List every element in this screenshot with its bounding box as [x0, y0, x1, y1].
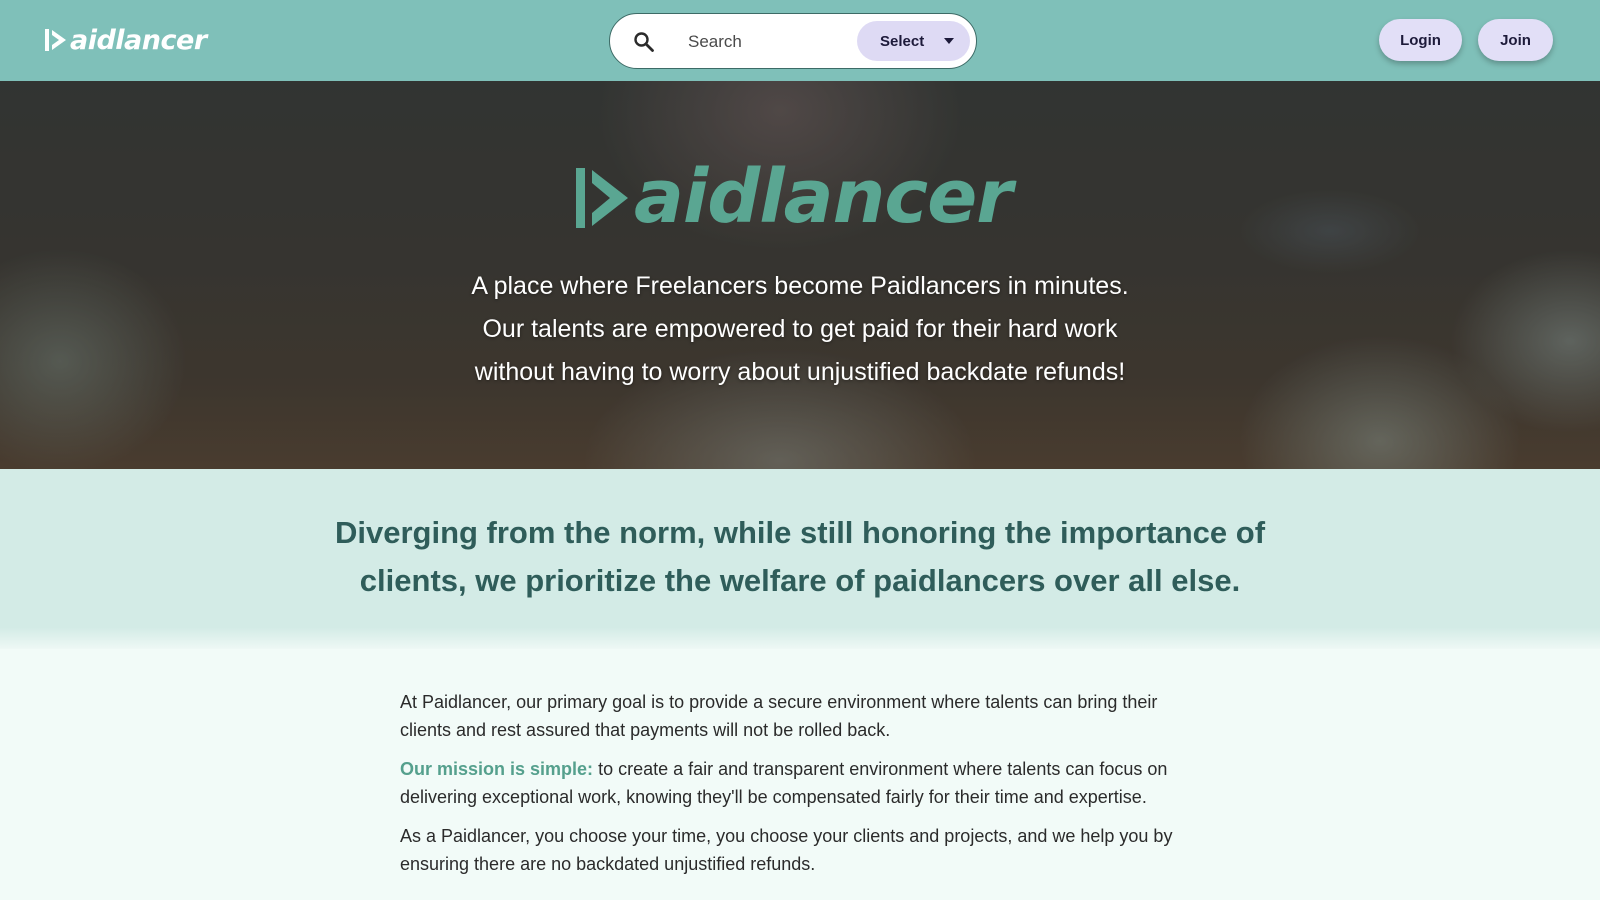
about-section: At Paidlancer, our primary goal is to pr…	[400, 688, 1220, 889]
hero-tagline-line: Our talents are empowered to get paid fo…	[482, 315, 1118, 343]
highlight-heading-line: clients, we prioritize the welfare of pa…	[359, 563, 1241, 598]
text-line: delivering exceptional work, knowing the…	[400, 787, 1147, 807]
highlight-heading-line: Diverging from the norm, while still hon…	[334, 515, 1266, 550]
search-bar: Select	[609, 13, 977, 69]
hero-banner: aidlancer A place where Freelancers beco…	[0, 81, 1600, 469]
top-navbar: aidlancer Select Login Join	[0, 0, 1600, 81]
search-input[interactable]	[688, 28, 848, 56]
hero-tagline-line: without having to worry about unjustifie…	[474, 358, 1126, 386]
category-select[interactable]: Select	[857, 21, 970, 61]
join-button[interactable]: Join	[1478, 19, 1553, 61]
text-line: clients and rest assured that payments w…	[400, 720, 891, 740]
hero-tagline-line: A place where Freelancers become Paidlan…	[471, 272, 1129, 300]
caret-down-icon	[944, 38, 954, 44]
text-line: ensuring there are no backdated unjustif…	[400, 854, 816, 874]
about-paragraph-choice: As a Paidlancer, you choose your time, y…	[400, 822, 1220, 878]
select-label: Select	[880, 32, 925, 50]
mission-label: Our mission is simple:	[400, 759, 594, 779]
login-button[interactable]: Login	[1379, 19, 1462, 61]
play-bar-logo-icon	[576, 168, 628, 228]
about-paragraph-mission: Our mission is simple: to create a fair …	[400, 755, 1220, 811]
play-bar-logo-icon	[45, 29, 66, 51]
about-paragraph-goal: At Paidlancer, our primary goal is to pr…	[400, 688, 1220, 744]
text-line: As a Paidlancer, you choose your time, y…	[400, 826, 1173, 846]
hero-logo: aidlancer	[574, 154, 1013, 240]
text-line: At Paidlancer, our primary goal is to pr…	[400, 692, 1158, 712]
hero-tagline: A place where Freelancers become Paidlan…	[400, 265, 1200, 394]
site-logo[interactable]: aidlancer	[44, 24, 207, 56]
logo-wordmark: aidlancer	[70, 24, 207, 56]
text-line: to create a fair and transparent environ…	[593, 759, 1168, 779]
search-icon[interactable]	[632, 30, 656, 54]
highlight-heading: Diverging from the norm, while still hon…	[300, 509, 1300, 605]
hero-logo-wordmark: aidlancer	[634, 154, 1013, 240]
mission-highlight-band: Diverging from the norm, while still hon…	[0, 469, 1600, 649]
